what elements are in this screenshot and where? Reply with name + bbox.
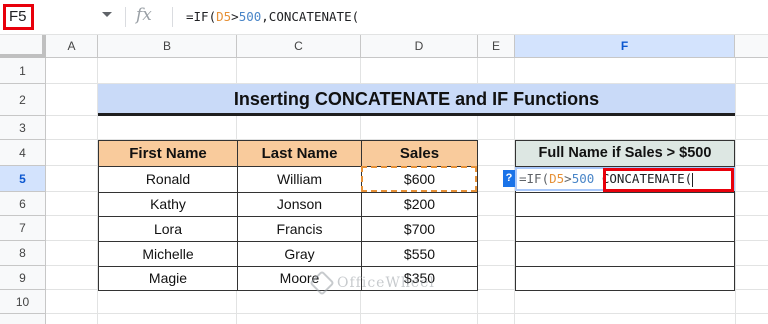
formula-operator: > <box>231 9 239 24</box>
select-all-corner[interactable] <box>0 35 46 58</box>
highlight-box <box>603 168 734 192</box>
table-cell[interactable]: $550 <box>361 241 478 267</box>
row-header-4[interactable]: 4 <box>0 140 46 166</box>
row-header-5[interactable]: 5 <box>0 166 46 192</box>
help-icon[interactable]: ? <box>503 170 515 187</box>
result-cell[interactable] <box>515 241 735 267</box>
table-cell[interactable]: Gray <box>237 241 362 267</box>
formula-input[interactable]: =IF(D5>500,CONCATENATE( <box>186 9 359 24</box>
result-cell[interactable] <box>515 216 735 242</box>
table-cell[interactable]: Francis <box>237 216 362 242</box>
gridline <box>46 313 768 314</box>
table-cell[interactable]: William <box>237 166 362 193</box>
watermark-text: OfficeWheel <box>337 275 435 291</box>
table-cell[interactable]: Ronald <box>98 166 238 193</box>
sheet-title[interactable]: Inserting CONCATENATE and IF Functions <box>98 84 735 116</box>
column-header-b[interactable]: B <box>98 35 237 58</box>
header-sales[interactable]: Sales <box>361 140 478 167</box>
logo-icon <box>309 270 335 296</box>
table-cell[interactable]: Kathy <box>98 192 238 217</box>
row-header-2[interactable]: 2 <box>0 84 46 116</box>
result-cell[interactable] <box>515 192 735 217</box>
watermark: OfficeWheel <box>309 270 435 296</box>
column-header-d[interactable]: D <box>361 35 478 58</box>
header-full-name[interactable]: Full Name if Sales > $500 <box>515 140 735 167</box>
editor-prefix: =IF( <box>519 171 550 186</box>
header-last-name[interactable]: Last Name <box>237 140 362 167</box>
formula-bar: F5 fx =IF(D5>500,CONCATENATE( <box>0 0 768 35</box>
editor-reference: D5 <box>549 171 565 186</box>
formula-rest: ,CONCATENATE( <box>261 9 360 24</box>
name-box[interactable]: F5 <box>3 4 34 30</box>
result-cell[interactable] <box>515 266 735 291</box>
table-cell[interactable]: $200 <box>361 192 478 217</box>
row-header-1[interactable]: 1 <box>0 58 46 84</box>
row-header-7[interactable]: 7 <box>0 216 46 241</box>
table-cell[interactable]: Jonson <box>237 192 362 217</box>
fx-icon: fx <box>136 5 152 25</box>
formula-number: 500 <box>238 9 262 24</box>
column-header-c[interactable]: C <box>237 35 361 58</box>
row-header-8[interactable]: 8 <box>0 241 46 266</box>
table-cell[interactable]: Lora <box>98 216 238 242</box>
row-header-3[interactable]: 3 <box>0 116 46 140</box>
table-cell[interactable]: Michelle <box>98 241 238 267</box>
divider <box>172 7 173 27</box>
divider <box>125 7 126 27</box>
row-header-9[interactable]: 9 <box>0 266 46 290</box>
table-cell[interactable]: Magie <box>98 266 238 291</box>
reference-highlight <box>361 166 477 192</box>
editor-operator: > <box>564 171 572 186</box>
chevron-down-icon[interactable] <box>102 12 112 17</box>
editor-number: 500 <box>571 171 595 186</box>
formula-reference: D5 <box>216 9 232 24</box>
header-first-name[interactable]: First Name <box>98 140 238 167</box>
row-header-10[interactable]: 10 <box>0 290 46 314</box>
table-cell[interactable]: $700 <box>361 216 478 242</box>
column-header-g[interactable] <box>735 35 768 58</box>
column-header-e[interactable]: E <box>478 35 515 58</box>
column-header-a[interactable]: A <box>46 35 98 58</box>
formula-prefix: =IF( <box>186 9 217 24</box>
column-header-f[interactable]: F <box>515 35 735 58</box>
row-header-6[interactable]: 6 <box>0 192 46 216</box>
row-header-11[interactable] <box>0 314 46 324</box>
